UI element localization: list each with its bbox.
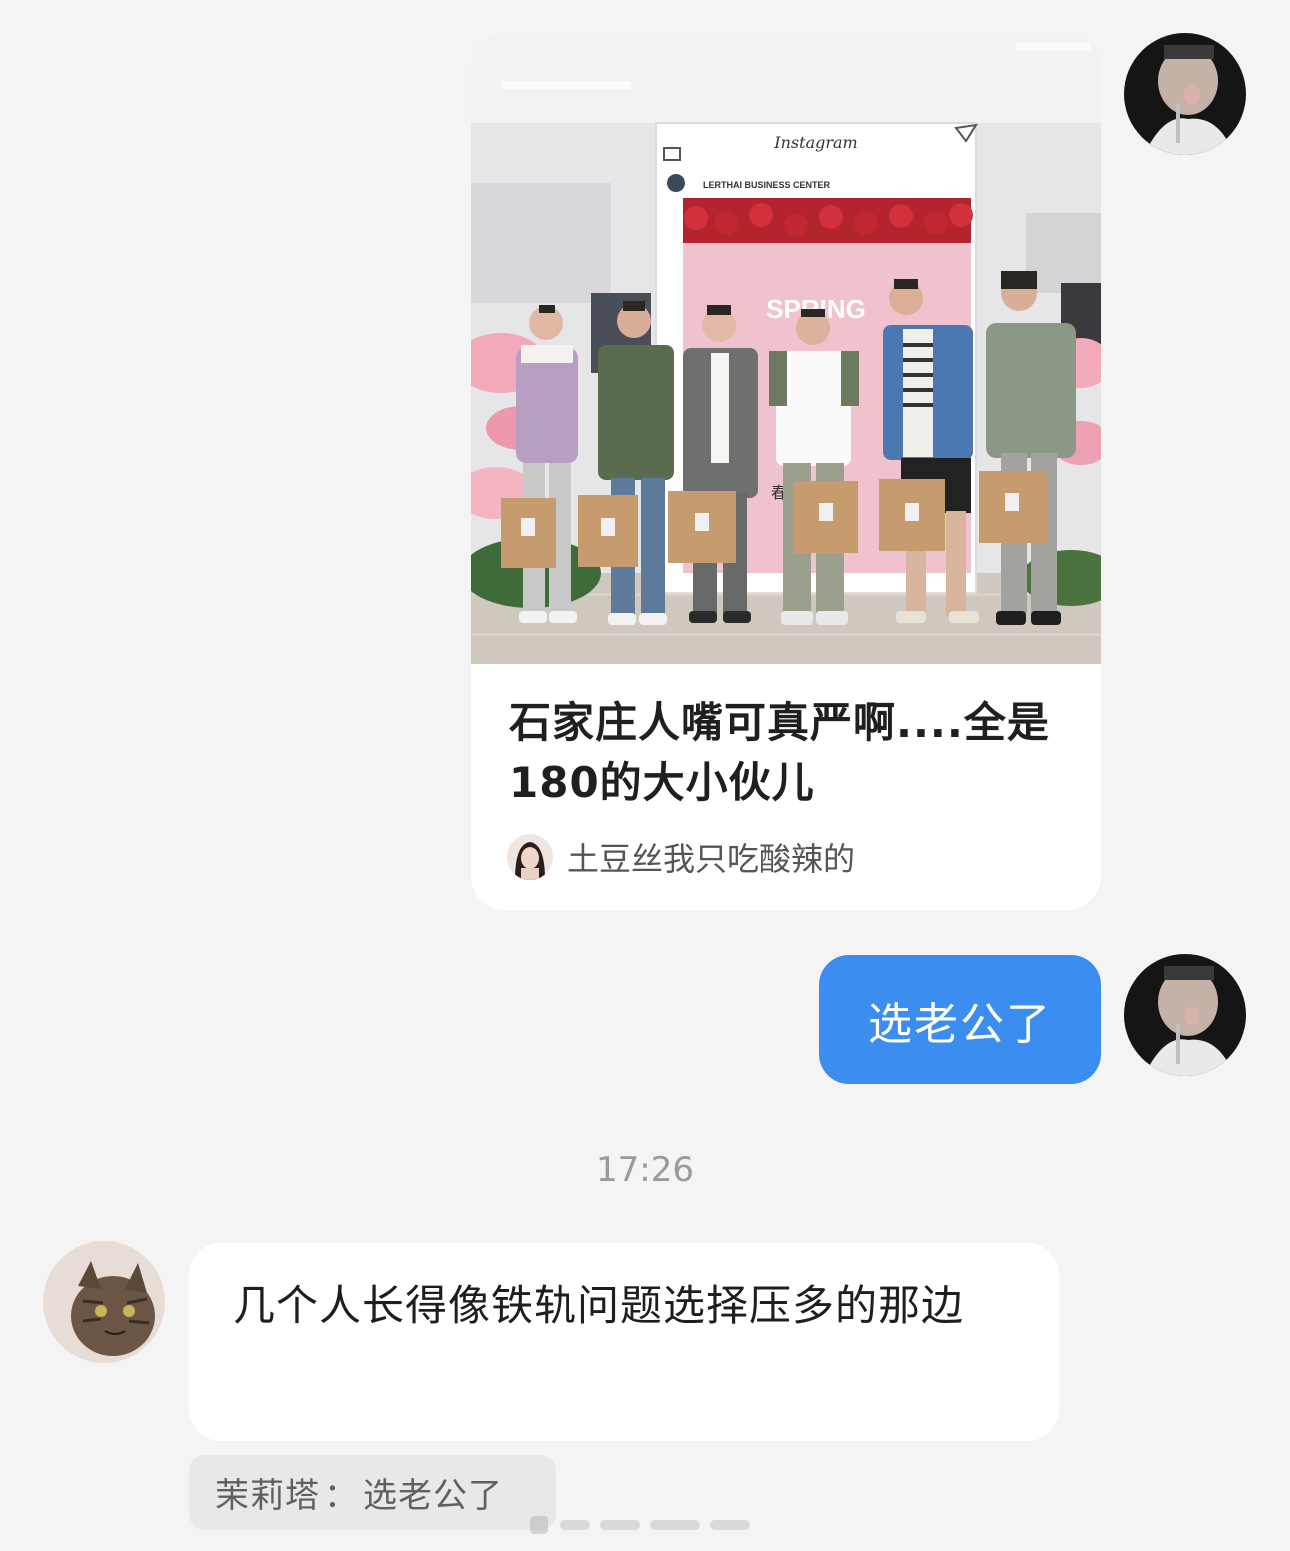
my-message-bubble[interactable]: 选老公了 bbox=[819, 955, 1101, 1084]
quote-text: 选老公了 bbox=[363, 1476, 503, 1516]
watermark-icon bbox=[530, 1516, 750, 1534]
shared-post-title[interactable]: 石家庄人嘴可真严啊....全是180的大小伙儿 bbox=[509, 693, 1069, 813]
other-message-text: 几个人长得像铁轨问题选择压多的那边 bbox=[233, 1281, 965, 1330]
shared-post-card[interactable]: SPRING 春 Instagram LERTHAI BUSINESS CENT… bbox=[471, 33, 1101, 910]
quoted-reply[interactable]: 茉莉塔：选老公了 bbox=[189, 1455, 556, 1530]
shared-post-author[interactable]: 土豆丝我只吃酸辣的 bbox=[507, 833, 855, 881]
avatar-man-icon[interactable] bbox=[1124, 33, 1246, 155]
quote-author: 茉莉塔 bbox=[215, 1476, 320, 1516]
frame-sign: LERTHAI BUSINESS CENTER bbox=[703, 180, 831, 190]
quote-separator: ： bbox=[324, 1476, 359, 1516]
avatar-cat-icon[interactable] bbox=[43, 1241, 165, 1363]
message-timestamp: 17:26 bbox=[596, 1150, 694, 1190]
avatar-man-icon[interactable] bbox=[1124, 954, 1246, 1076]
other-message-bubble[interactable]: 几个人长得像铁轨问题选择压多的那边 bbox=[189, 1243, 1059, 1441]
shared-post-author-name: 土豆丝我只吃酸辣的 bbox=[567, 840, 856, 878]
shared-post-photo[interactable]: SPRING 春 Instagram LERTHAI BUSINESS CENT… bbox=[471, 33, 1101, 664]
frame-brand: Instagram bbox=[773, 133, 857, 152]
avatar-woman-icon bbox=[507, 834, 553, 880]
